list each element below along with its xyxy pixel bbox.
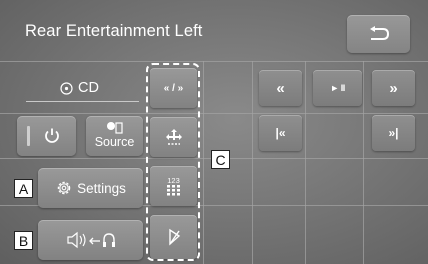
- source-underline: [26, 101, 139, 102]
- callout-b: B: [14, 231, 33, 250]
- power-indicator: [27, 126, 30, 146]
- callout-a: A: [14, 179, 33, 198]
- fast-forward-button[interactable]: »: [372, 70, 415, 106]
- play-pause-button[interactable]: ► II: [313, 70, 362, 106]
- previous-track-icon: |«: [275, 126, 286, 140]
- screen-title: Rear Entertainment Left: [25, 22, 203, 40]
- source-button-label: Source: [94, 135, 135, 149]
- power-icon: [44, 128, 59, 143]
- callout-c: C: [211, 150, 230, 169]
- source-button[interactable]: Source: [86, 116, 143, 156]
- rear-entertainment-screen: Rear Entertainment Left CD Source Settin…: [0, 0, 428, 264]
- gear-icon: [57, 181, 71, 195]
- divider: [363, 61, 364, 264]
- fast-forward-icon: »: [389, 79, 398, 97]
- rewind-button[interactable]: «: [259, 70, 302, 106]
- divider: [203, 61, 204, 264]
- next-track-button[interactable]: »|: [372, 115, 415, 151]
- speaker-to-headphones-icon: [66, 231, 115, 249]
- source-icon: [106, 122, 123, 134]
- rewind-icon: «: [276, 79, 285, 97]
- divider: [252, 61, 253, 264]
- disc-icon: [60, 81, 73, 95]
- settings-button[interactable]: Settings: [38, 168, 143, 208]
- current-source: CD: [60, 80, 99, 96]
- audio-output-button[interactable]: [38, 220, 143, 260]
- current-source-label: CD: [78, 80, 99, 96]
- back-arrow-icon: [369, 26, 389, 40]
- divider: [305, 61, 306, 264]
- settings-label: Settings: [77, 180, 126, 196]
- play-pause-icon: ► II: [330, 83, 345, 93]
- power-button[interactable]: [17, 116, 76, 156]
- next-track-icon: »|: [388, 126, 399, 140]
- previous-track-button[interactable]: |«: [259, 115, 302, 151]
- back-button[interactable]: [347, 15, 410, 53]
- callout-c-region: [146, 63, 200, 261]
